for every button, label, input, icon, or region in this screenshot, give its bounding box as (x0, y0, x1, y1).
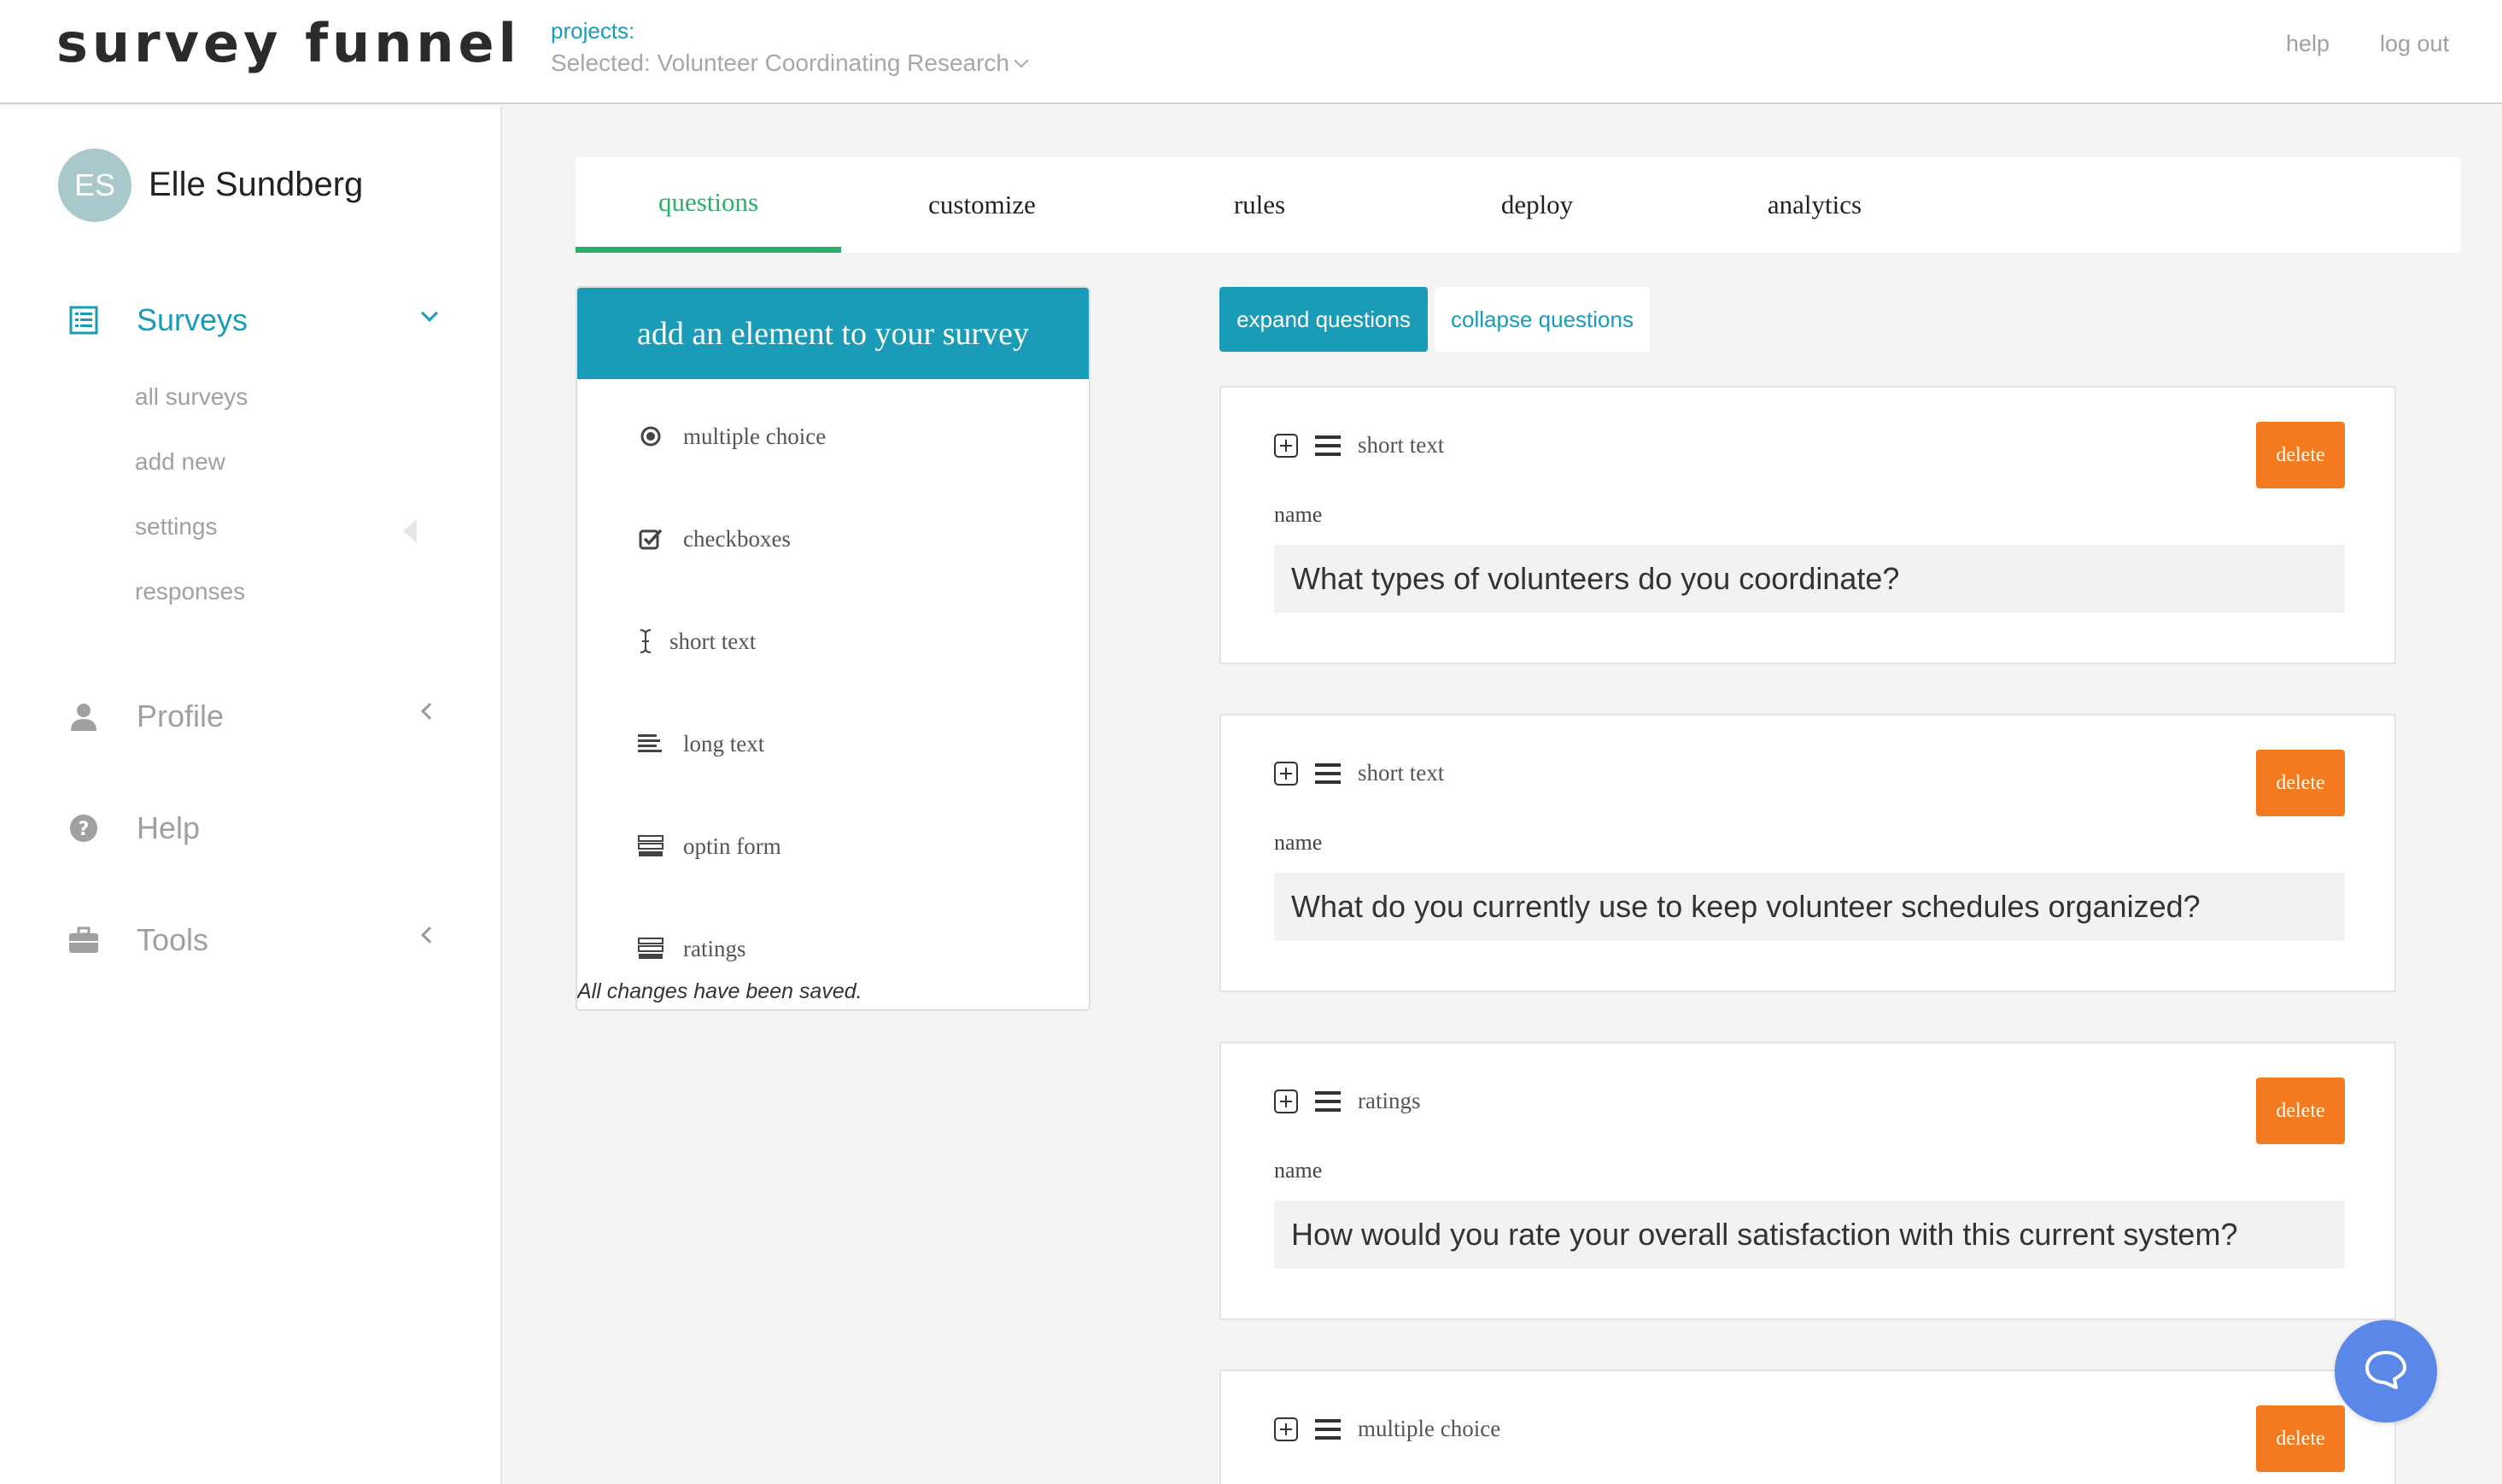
palette-item-multiple-choice[interactable]: multiple choice (637, 423, 826, 450)
name-label: name (1274, 502, 1323, 527)
sidebar-item-label: Tools (137, 922, 209, 957)
avatar[interactable]: ES (58, 149, 132, 222)
tab-questions[interactable]: questions (576, 157, 841, 253)
chat-button[interactable] (2335, 1320, 2437, 1423)
app-logo[interactable]: survey funnel (56, 12, 521, 74)
form-icon (637, 833, 664, 860)
sidebar: ES Elle Sundberg Surveys all surveys add… (0, 106, 502, 1484)
top-header: survey funnel projects: Selected: Volunt… (0, 0, 2502, 104)
delete-button[interactable]: delete (2256, 750, 2345, 816)
sidebar-sub-responses[interactable]: responses (135, 578, 245, 605)
tab-customize[interactable]: customize (841, 157, 1123, 253)
palette-item-label: checkboxes (683, 525, 791, 552)
palette-title: add an element to your survey (577, 288, 1089, 379)
palette-item-label: ratings (683, 935, 746, 961)
expand-icon[interactable] (1274, 434, 1298, 458)
chat-bubble-icon (2362, 1346, 2410, 1398)
sidebar-item-label: Help (137, 810, 201, 845)
palette-item-label: short text (669, 628, 757, 654)
palette-item-checkboxes[interactable]: checkboxes (637, 525, 791, 552)
question-card: short text delete name What types of vol… (1219, 386, 2396, 664)
expand-questions-button[interactable]: expand questions (1219, 287, 1428, 352)
delete-button[interactable]: delete (2256, 1078, 2345, 1144)
sidebar-item-label: Profile (137, 698, 225, 733)
question-card: short text delete name What do you curre… (1219, 714, 2396, 992)
question-circle-icon: ? (68, 813, 99, 844)
question-name-input[interactable]: How would you rate your overall satisfac… (1274, 1201, 2345, 1269)
tab-rules[interactable]: rules (1123, 157, 1396, 253)
ratings-icon (637, 935, 664, 962)
help-link[interactable]: help (2286, 31, 2330, 57)
name-label: name (1274, 830, 1323, 855)
delete-button[interactable]: delete (2256, 1405, 2345, 1472)
chevron-left-icon[interactable] (421, 926, 438, 944)
svg-text:?: ? (79, 819, 90, 840)
expand-icon[interactable] (1274, 762, 1298, 786)
question-name-input[interactable]: What do you currently use to keep volunt… (1274, 873, 2345, 941)
chevron-down-icon[interactable] (421, 305, 438, 322)
question-type: multiple choice (1358, 1416, 1501, 1441)
tab-deploy[interactable]: deploy (1396, 157, 1678, 253)
collapse-questions-button[interactable]: collapse questions (1435, 287, 1650, 352)
question-type: ratings (1358, 1088, 1421, 1113)
palette-item-long-text[interactable]: long text (637, 730, 764, 757)
palette-item-short-text[interactable]: short text (637, 628, 756, 655)
sidebar-item-help[interactable]: ? Help (68, 810, 200, 846)
project-selector-label: Selected: Volunteer Coordinating Researc… (551, 50, 1010, 76)
projects-label: projects: (551, 18, 635, 44)
drag-handle-icon[interactable] (1315, 1091, 1341, 1112)
palette-item-label: optin form (683, 833, 781, 859)
user-icon (68, 701, 99, 732)
tab-analytics[interactable]: analytics (1678, 157, 1951, 253)
project-selector[interactable]: Selected: Volunteer Coordinating Researc… (551, 50, 1029, 77)
question-name-input[interactable]: What types of volunteers do you coordina… (1274, 545, 2345, 613)
sidebar-item-profile[interactable]: Profile (68, 698, 224, 734)
palette-item-label: multiple choice (683, 423, 827, 449)
sidebar-sub-add-new[interactable]: add new (135, 448, 225, 476)
palette-item-optin-form[interactable]: optin form (637, 833, 781, 860)
expand-icon[interactable] (1274, 1417, 1298, 1441)
text-cursor-icon (637, 628, 654, 655)
save-status: All changes have been saved. (577, 979, 862, 1003)
drag-handle-icon[interactable] (1315, 763, 1341, 784)
question-card: multiple choice delete (1219, 1370, 2396, 1484)
active-indicator-icon (403, 519, 417, 543)
logout-link[interactable]: log out (2380, 31, 2449, 57)
question-type: short text (1358, 760, 1445, 786)
list-icon (68, 305, 99, 336)
radio-icon (637, 423, 664, 450)
sidebar-item-label: Surveys (137, 302, 248, 337)
question-card: ratings delete name How would you rate y… (1219, 1042, 2396, 1320)
chevron-down-icon (1014, 53, 1029, 68)
delete-button[interactable]: delete (2256, 422, 2345, 488)
sidebar-sub-all-surveys[interactable]: all surveys (135, 383, 248, 411)
checkbox-icon (637, 525, 664, 552)
sidebar-item-tools[interactable]: Tools (68, 922, 208, 958)
element-palette: add an element to your survey multiple c… (576, 286, 1090, 1011)
sidebar-item-surveys[interactable]: Surveys (68, 302, 248, 338)
chevron-left-icon[interactable] (421, 703, 438, 720)
paragraph-icon (637, 730, 664, 757)
drag-handle-icon[interactable] (1315, 435, 1341, 456)
palette-item-label: long text (683, 730, 765, 757)
user-name: Elle Sundberg (149, 166, 364, 203)
drag-handle-icon[interactable] (1315, 1419, 1341, 1440)
palette-item-ratings[interactable]: ratings (637, 935, 746, 962)
editor-tabs: questions customize rules deploy analyti… (576, 157, 2461, 253)
sidebar-sub-settings[interactable]: settings (135, 513, 218, 540)
expand-icon[interactable] (1274, 1090, 1298, 1113)
name-label: name (1274, 1158, 1323, 1183)
question-type: short text (1358, 432, 1445, 458)
briefcase-icon (68, 925, 99, 955)
